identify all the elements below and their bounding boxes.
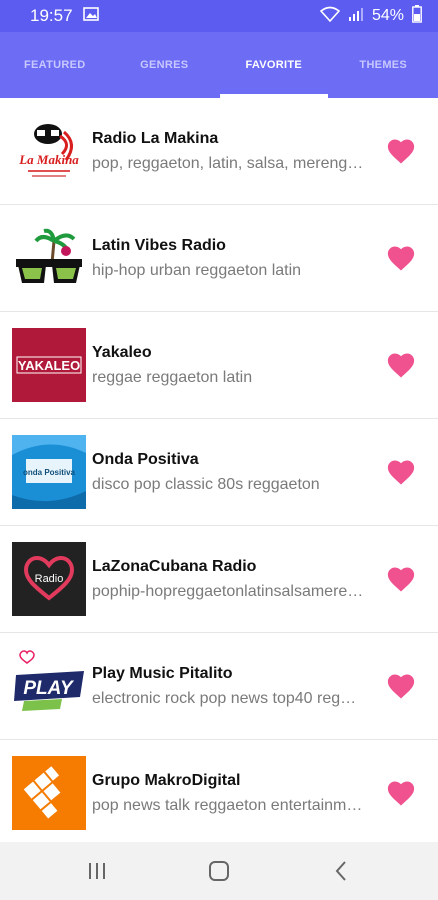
recents-button[interactable] <box>67 851 127 891</box>
list-item[interactable]: Radio LaZonaCubana Radio pophip-hopregga… <box>0 526 438 633</box>
favorite-heart-icon[interactable] <box>386 565 416 593</box>
list-item[interactable]: Latin Vibes Radio hip-hop urban reggaeto… <box>0 205 438 312</box>
station-name: Radio La Makina <box>92 129 219 147</box>
back-icon <box>335 861 346 881</box>
back-button[interactable] <box>311 851 371 891</box>
station-genres: disco pop classic 80s reggaeton <box>92 475 320 493</box>
image-icon <box>82 6 99 26</box>
tab-genres[interactable]: GENRES <box>110 32 220 98</box>
home-button[interactable] <box>189 851 249 891</box>
favorite-heart-icon[interactable] <box>386 779 416 807</box>
signal-icon <box>348 6 364 27</box>
station-name: Grupo MakroDigital <box>92 771 241 789</box>
favorite-stations-list: La Makina Radio La Makina pop, reggaeton… <box>0 98 438 842</box>
tab-label: THEMES <box>359 59 408 71</box>
station-genres: pophip-hopreggaetonlatinsalsamerengue <box>92 582 364 600</box>
station-name: Yakaleo <box>92 343 152 361</box>
list-item[interactable]: La Makina Radio La Makina pop, reggaeton… <box>0 98 438 205</box>
list-item[interactable]: onda Positiva Onda Positiva disco pop cl… <box>0 419 438 526</box>
list-item[interactable]: Grupo MakroDigital pop news talk reggaet… <box>0 740 438 842</box>
battery-level: 54% <box>371 7 404 24</box>
makrodigital-logo <box>12 756 86 830</box>
favorite-heart-icon[interactable] <box>386 672 416 700</box>
favorite-heart-icon[interactable] <box>386 244 416 272</box>
station-genres: electronic rock pop news top40 reggaeton <box>92 689 364 707</box>
station-genres: hip-hop urban reggaeton latin <box>92 261 302 279</box>
station-name: Latin Vibes Radio <box>92 236 226 254</box>
station-genres: reggae reggaeton latin <box>92 368 253 386</box>
status-bar: 19:57 54% <box>0 0 438 32</box>
tab-favorite[interactable]: FAVORITE <box>219 32 329 98</box>
svg-text:PLAY: PLAY <box>23 678 75 699</box>
favorite-heart-icon[interactable] <box>386 351 416 379</box>
yakaleo-logo: YAKALEO <box>12 328 86 402</box>
recents-icon <box>89 863 105 879</box>
onda-positiva-logo: onda Positiva <box>12 435 86 509</box>
play-music-logo: PLAY <box>12 649 86 723</box>
sunglasses-palm-logo <box>12 221 86 295</box>
favorite-heart-icon[interactable] <box>386 137 416 165</box>
system-nav-bar <box>0 842 438 900</box>
tab-featured[interactable]: FEATURED <box>0 32 110 98</box>
svg-text:onda Positiva: onda Positiva <box>23 468 76 477</box>
svg-text:Radio: Radio <box>35 573 64 585</box>
station-genres: pop, reggaeton, latin, salsa, merengue <box>92 154 364 172</box>
wifi-icon <box>319 6 341 27</box>
battery-icon <box>412 4 422 28</box>
list-item[interactable]: YAKALEO Yakaleo reggae reggaeton latin <box>0 312 438 419</box>
station-name: LaZonaCubana Radio <box>92 557 257 575</box>
tab-label: GENRES <box>140 59 189 71</box>
svg-text:YAKALEO: YAKALEO <box>18 358 80 373</box>
tab-bar: FEATURED GENRES FAVORITE THEMES <box>0 32 438 98</box>
favorite-heart-icon[interactable] <box>386 458 416 486</box>
tab-themes[interactable]: THEMES <box>329 32 438 98</box>
radio-heart-logo: Radio <box>12 542 86 616</box>
home-icon <box>209 861 229 881</box>
tab-label: FEATURED <box>24 59 86 71</box>
list-item[interactable]: PLAY Play Music Pitalito electronic rock… <box>0 633 438 740</box>
station-name: Play Music Pitalito <box>92 664 233 682</box>
station-name: Onda Positiva <box>92 450 199 468</box>
tab-label: FAVORITE <box>245 59 303 71</box>
la-makina-logo: La Makina <box>12 114 86 188</box>
station-genres: pop news talk reggaeton entertainment <box>92 796 364 814</box>
svg-text:La Makina: La Makina <box>18 152 79 167</box>
clock: 19:57 <box>30 6 73 25</box>
